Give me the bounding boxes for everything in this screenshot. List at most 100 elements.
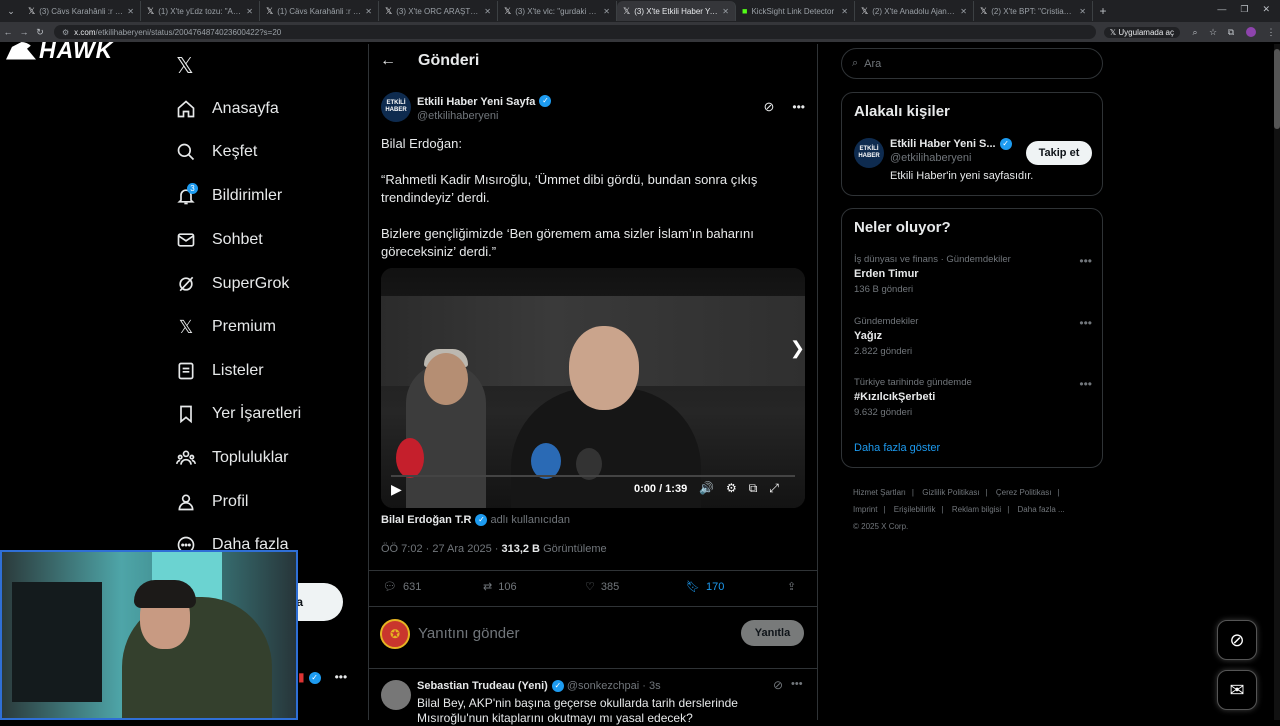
more-options-icon[interactable]: ••• (792, 100, 805, 114)
like-button[interactable]: ♡ 385 (585, 580, 619, 594)
close-tab-icon[interactable]: ✕ (841, 7, 848, 16)
reply-button[interactable]: 💬︎ 631 (383, 580, 421, 594)
sidebar-item-premium[interactable]: 𝕏 Premium (176, 313, 276, 341)
related-person[interactable]: Etkili Haber Yeni S... ✓ @etkilihaberyeni… (890, 138, 1033, 182)
fullscreen-icon[interactable]: ⤢ (769, 481, 779, 496)
back-arrow-icon[interactable]: ← (380, 52, 396, 70)
trend-item[interactable]: Türkiye tarihinde gündemde #KızılcıkŞerb… (854, 377, 1094, 418)
browser-tab[interactable]: 𝕏(1) Cävs Karahânli :r (@karahar... ✕ (260, 1, 379, 21)
avatar[interactable]: ETKİLİ HABER (854, 138, 884, 168)
bookmark-star-icon[interactable]: ☆ (1204, 27, 1222, 38)
zoom-icon[interactable]: ⌕ (1186, 27, 1204, 38)
new-tab-button[interactable]: + (1093, 4, 1113, 18)
reply-submit-button[interactable]: Yanıtla (741, 620, 804, 646)
footer-link[interactable]: Erişilebilirlik (894, 505, 936, 514)
footer-link[interactable]: Hizmet Şartları (853, 488, 906, 497)
close-tab-icon[interactable]: ✕ (484, 7, 491, 16)
site-info-icon[interactable]: ⚙ (62, 28, 69, 37)
grok-icon[interactable]: ⊘ (763, 99, 774, 115)
search-input[interactable]: ⌕ Ara (841, 48, 1103, 79)
footer-link[interactable]: Reklam bilgisi (952, 505, 1001, 514)
pip-icon[interactable]: ⧉ (749, 481, 758, 496)
video-player[interactable]: ❯ ▶ 0:00 / 1:39 🔊 ⚙ ⧉ ⤢ (381, 268, 805, 508)
forward-icon[interactable]: → (16, 27, 32, 37)
sidebar-item-profile[interactable]: Profil (176, 488, 248, 516)
footer-link[interactable]: Gizlilik Politikası (922, 488, 979, 497)
x-logo-icon[interactable]: 𝕏 (176, 53, 194, 79)
account-more-icon[interactable]: ••• (335, 670, 348, 684)
grok-icon[interactable]: ⊘ (773, 678, 783, 692)
sidebar-item-supergrok[interactable]: SuperGrok (176, 270, 289, 298)
close-tab-icon[interactable]: ✕ (960, 7, 967, 16)
grok-float-button[interactable]: ⊘ (1217, 620, 1257, 660)
trend-item[interactable]: Gündemdekiler Yağız 2.822 gönderi ••• (854, 316, 1094, 357)
reply-author-handle[interactable]: @sonkezchpai (567, 680, 639, 692)
more-options-icon[interactable]: ••• (1079, 254, 1092, 268)
browser-tab[interactable]: 𝕏(3) X'te ORC ARAŞTIRMA: "Şîîl... ✕ (379, 1, 498, 21)
scrollbar-thumb[interactable] (1274, 49, 1280, 129)
tab-title: (3) X'te Etkili Haber Yeni Sayfa: (634, 6, 719, 16)
repost-button[interactable]: ⇄ 106 (483, 580, 517, 594)
browser-tab[interactable]: ■ KickSight Link Detector ✕ (736, 1, 855, 21)
attribution-name[interactable]: Bilal Erdoğan T.R (381, 514, 471, 526)
sidebar-item-label: Anasayfa (212, 100, 279, 117)
sidebar-item-lists[interactable]: Listeler (176, 357, 264, 385)
footer-link[interactable]: Imprint (853, 505, 877, 514)
trend-item[interactable]: İş dünyası ve finans · Gündemdekiler Erd… (854, 254, 1094, 295)
browser-tab-active[interactable]: 𝕏(3) X'te Etkili Haber Yeni Sayfa:✕ (617, 1, 736, 21)
hawk-wing-icon (6, 41, 36, 60)
address-bar[interactable]: ⚙ x.com/etkilihaberyeni/status/200476487… (54, 25, 1096, 39)
back-icon[interactable]: ← (0, 27, 16, 37)
minimize-icon[interactable]: — (1217, 4, 1226, 15)
extensions-icon[interactable]: ⧉ (1222, 27, 1240, 38)
author-handle[interactable]: @etkilihaberyeni (417, 110, 757, 122)
tab-search-icon[interactable]: ⌄ (0, 0, 22, 22)
browser-tab[interactable]: 𝕏(2) X'te BPT: "Cristiano Ronaldo... ✕ (974, 1, 1093, 21)
sidebar-item-bookmarks[interactable]: Yer İşaretleri (176, 400, 301, 428)
avatar[interactable]: ✪ (380, 619, 410, 649)
browser-tab[interactable]: 𝕏(2) X'te Anadolu Ajansı: "*Kuzu... ✕ (855, 1, 974, 21)
footer-link[interactable]: Çerez Politikası (996, 488, 1052, 497)
close-tab-icon[interactable]: ✕ (365, 7, 372, 16)
close-tab-icon[interactable]: ✕ (603, 7, 610, 16)
share-button[interactable]: ⇪ (787, 580, 796, 593)
footer-link[interactable]: Daha fazla ... (1018, 505, 1065, 514)
trend-name: Yağız (854, 330, 883, 342)
close-window-icon[interactable]: ✕ (1262, 4, 1270, 15)
sidebar-item-home[interactable]: Anasayfa (176, 95, 279, 123)
more-options-icon[interactable]: ••• (791, 678, 803, 690)
browser-tab[interactable]: 𝕏(3) X'te vlc: "gurdaki SSD (1tb d...✕ (498, 1, 617, 21)
browser-tab[interactable]: 𝕏(1) X'te yĽdz tozu: "Asla ev...✕ (141, 1, 260, 21)
reload-icon[interactable]: ↻ (32, 27, 48, 38)
close-tab-icon[interactable]: ✕ (127, 7, 134, 16)
sidebar-item-communities[interactable]: Topluluklar (176, 444, 288, 472)
author-display-name[interactable]: Etkili Haber Yeni Sayfa (417, 96, 535, 108)
sidebar-account-switcher[interactable]: ▮ ✓ ••• (298, 670, 347, 684)
reply-input[interactable]: Yanıtını gönder (418, 625, 519, 642)
maximize-icon[interactable]: ❐ (1240, 4, 1248, 15)
avatar[interactable] (381, 680, 411, 710)
reply-author-name[interactable]: Sebastian Trudeau (Yeni) (417, 680, 548, 692)
page-scrollbar[interactable] (1274, 44, 1280, 720)
bookmark-button[interactable]: 🔖︎ 170 (686, 580, 724, 594)
profile-avatar[interactable] (1246, 27, 1256, 37)
open-in-app-chip[interactable]: 𝕏 Uygulamada aç (1103, 26, 1180, 38)
play-icon[interactable]: ▶ (391, 481, 402, 498)
more-options-icon[interactable]: ••• (1079, 316, 1092, 330)
messages-float-button[interactable]: ✉ (1217, 670, 1257, 710)
close-tab-icon[interactable]: ✕ (246, 7, 253, 16)
close-tab-icon[interactable]: ✕ (722, 7, 729, 16)
avatar[interactable]: ETKİLİ HABER (381, 92, 411, 122)
settings-gear-icon[interactable]: ⚙ (726, 481, 737, 496)
video-progress-bar[interactable] (391, 475, 795, 477)
close-tab-icon[interactable]: ✕ (1079, 7, 1086, 16)
volume-icon[interactable]: 🔊 (699, 481, 714, 496)
menu-icon[interactable]: ⋮ (1262, 27, 1280, 38)
follow-button[interactable]: Takip et (1026, 141, 1092, 165)
post-timestamp[interactable]: ÖÖ 7:02 · 27 Ara 2025 · (381, 543, 498, 555)
more-options-icon[interactable]: ••• (1079, 377, 1092, 391)
sidebar-item-messages[interactable]: Sohbet (176, 226, 263, 254)
browser-tab[interactable]: 𝕏(3) Cävs Karahânli :r (@karahar... ✕ (22, 1, 141, 21)
sidebar-item-explore[interactable]: Keşfet (176, 138, 257, 166)
show-more-link[interactable]: Daha fazla göster (854, 442, 940, 454)
